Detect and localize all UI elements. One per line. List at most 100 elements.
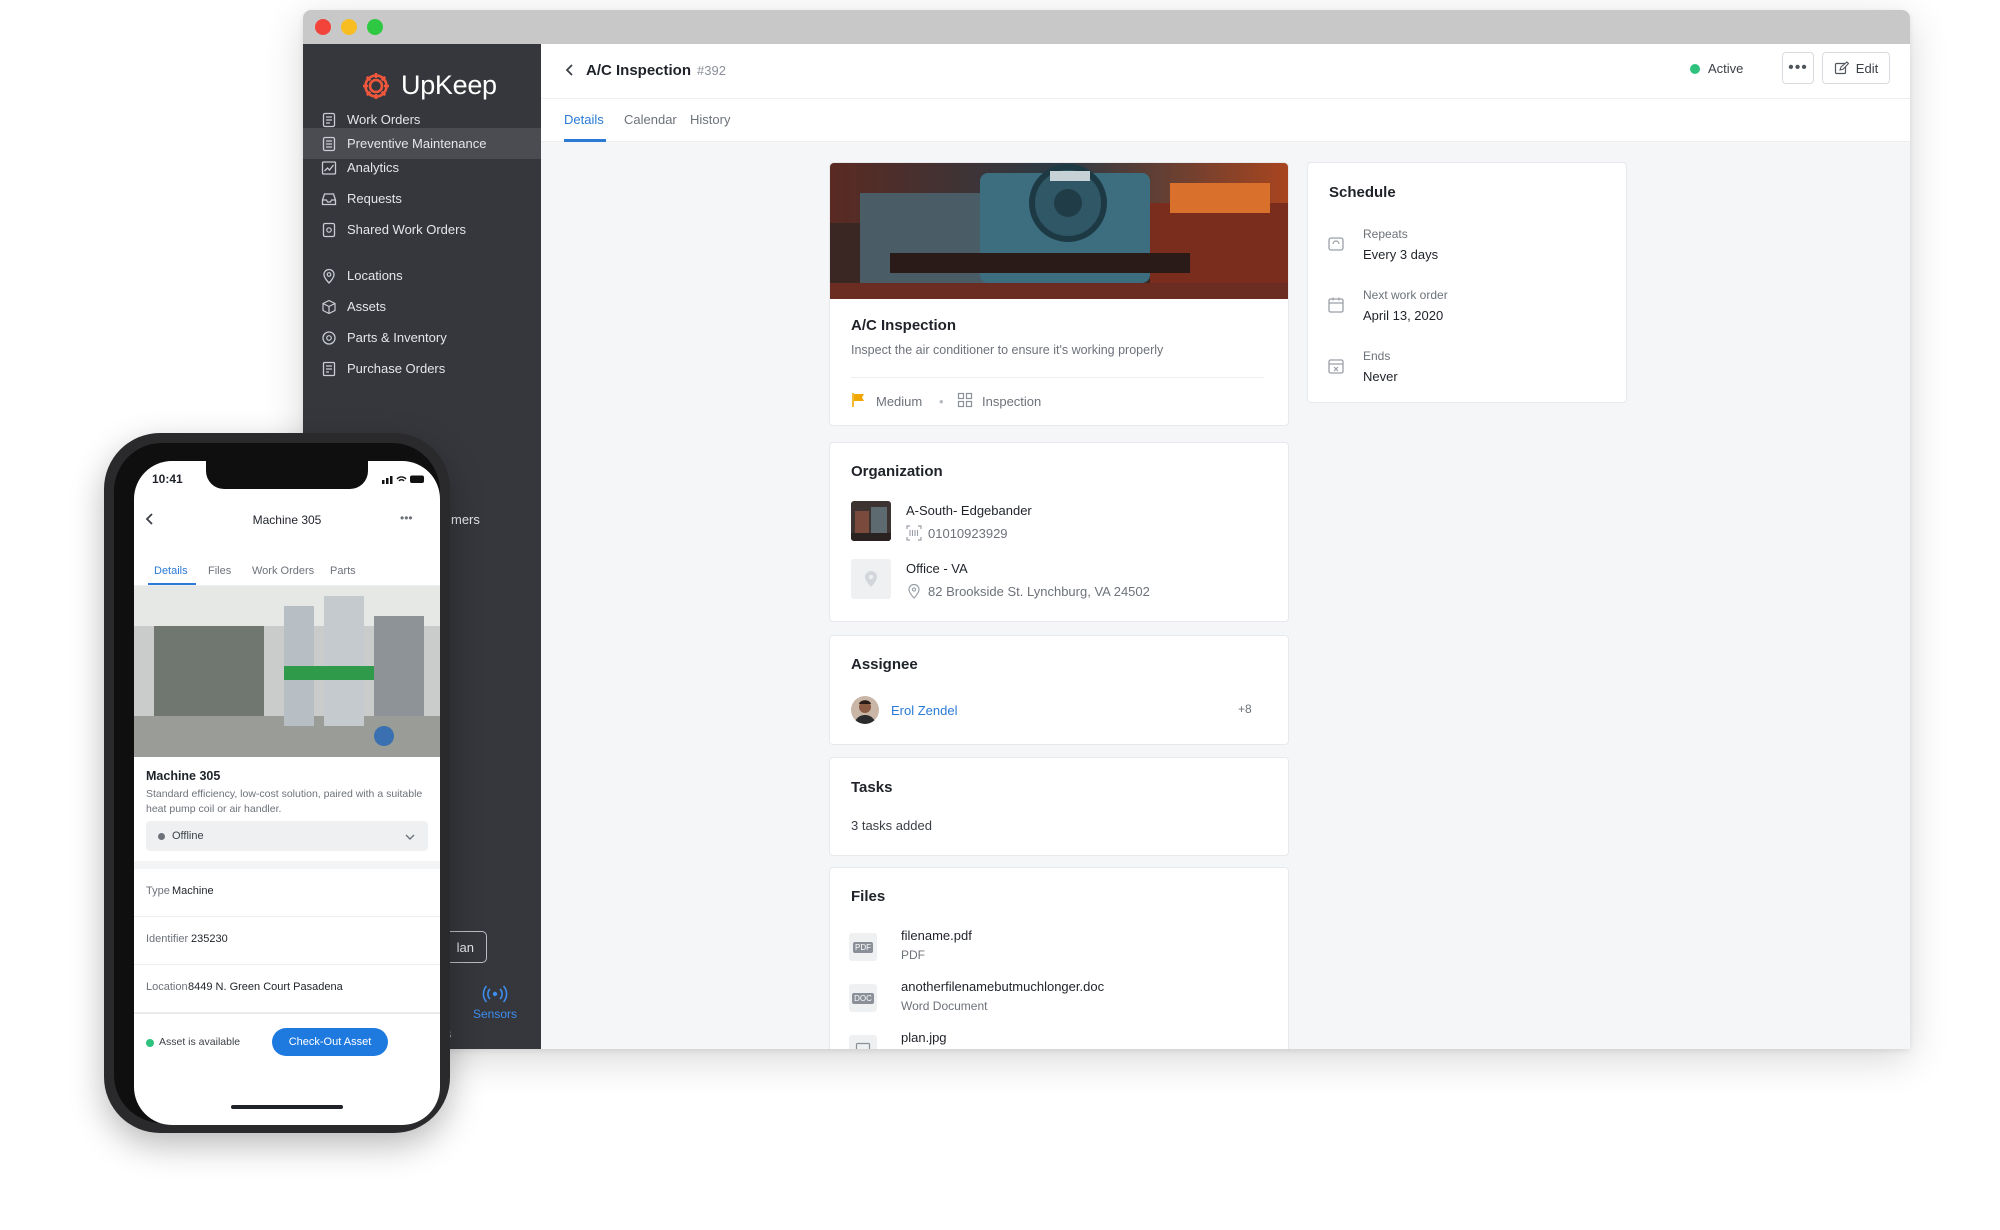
sidebar-partial-label: mers: [451, 512, 480, 527]
desktop-window: UpKeep Work Orders Preventive Maintenanc…: [303, 10, 1910, 1049]
sidebar-item-requests[interactable]: Requests: [303, 183, 541, 214]
file-name: filename.pdf: [901, 928, 972, 943]
location-label: Location: [146, 981, 188, 993]
more-options-button[interactable]: •••: [1782, 52, 1814, 84]
sidebar-item-label: Assets: [347, 299, 387, 314]
repeat-icon: [1328, 237, 1344, 251]
phone-tab-work-orders[interactable]: Work Orders: [252, 565, 314, 577]
phone-tab-files[interactable]: Files: [208, 565, 231, 577]
sidebar-partial-button-label: lan: [456, 939, 474, 955]
sidebar-item-assets[interactable]: Assets: [303, 291, 541, 322]
tasks-title: Tasks: [851, 779, 893, 796]
sidebar-item-label: Preventive Maintenance: [347, 136, 487, 151]
image-file-icon: [849, 1035, 877, 1049]
sidebar-item-purchase-orders[interactable]: Purchase Orders: [303, 353, 541, 384]
location-pin-icon: [908, 583, 920, 599]
assignee-extra-count[interactable]: +8: [1238, 702, 1252, 716]
asset-type-row: Type Machine: [134, 869, 440, 917]
status-dropdown[interactable]: Offline: [146, 821, 428, 851]
next-work-order-value: April 13, 2020: [1363, 308, 1444, 323]
files-title: Files: [851, 888, 886, 905]
inbox-icon: [321, 192, 337, 205]
brand-name: UpKeep: [401, 70, 497, 100]
phone-more-button[interactable]: •••: [400, 511, 413, 525]
pencil-icon: [1834, 60, 1849, 74]
type-value: Machine: [172, 885, 214, 897]
work-order-photo: [830, 163, 1288, 299]
calendar-icon: [1328, 297, 1344, 313]
asset-name[interactable]: A-South- Edgebander: [906, 503, 1032, 518]
tasks-summary: 3 tasks added: [851, 818, 932, 833]
file-type: Word Document: [901, 999, 988, 1013]
tab-calendar[interactable]: Calendar: [624, 112, 677, 127]
priority-label: Medium: [876, 394, 923, 409]
phone-title: Machine 305: [252, 513, 322, 527]
receipt-icon: [322, 361, 336, 376]
barcode-icon: [906, 525, 922, 541]
location-address: 82 Brookside St. Lynchburg, VA 24502: [928, 584, 1150, 599]
organization-title: Organization: [851, 463, 943, 480]
sidebar-item-label: Requests: [347, 191, 402, 206]
window-titlebar: [303, 10, 1910, 44]
page-id: #392: [697, 63, 726, 78]
phone-tab-parts[interactable]: Parts: [330, 565, 356, 577]
clipboard-check-icon: [322, 136, 336, 151]
more-label: •••: [1788, 59, 1808, 76]
sidebar-item-label: Locations: [347, 268, 403, 283]
sensor-wave-icon: [482, 985, 508, 1003]
ends-value: Never: [1363, 369, 1398, 384]
minimize-window-button[interactable]: [341, 19, 357, 35]
tab-details[interactable]: Details: [564, 112, 604, 127]
brand-logo[interactable]: UpKeep: [361, 70, 497, 101]
edit-button[interactable]: Edit: [1822, 52, 1890, 84]
status-value: Offline: [172, 830, 204, 842]
next-work-order-label: Next work order: [1363, 288, 1448, 302]
sidebar-item-sensors[interactable]: Sensors: [473, 984, 517, 1021]
sidebar-item-shared-work-orders[interactable]: Shared Work Orders: [303, 214, 541, 245]
machine-photo: [134, 586, 440, 757]
section-gap: [134, 861, 440, 869]
pin-icon: [323, 268, 335, 284]
file-name: anotherfilenamebutmuchlonger.doc: [901, 979, 1105, 994]
divider: [851, 377, 1264, 378]
tab-history[interactable]: History: [690, 112, 730, 127]
pdf-file-icon: PDF: [849, 933, 877, 961]
sidebar-item-label: Analytics: [347, 160, 400, 175]
tasks-card: Tasks 3 tasks added: [829, 757, 1289, 856]
phone-mockup: 10:41 Machine 305 ••• Details Files Work…: [104, 433, 450, 1133]
organization-card: Organization A-South- Edgebander 0101092…: [829, 442, 1289, 622]
asset-identifier-row: Identifier 235230: [134, 917, 440, 965]
asset-code: 01010923929: [928, 526, 1008, 541]
assignee-title: Assignee: [851, 656, 918, 673]
sidebar-item-label: Work Orders: [347, 112, 421, 127]
check-out-asset-button[interactable]: Check-Out Asset: [272, 1028, 388, 1056]
repeats-value: Every 3 days: [1363, 247, 1439, 262]
sidebar-item-locations[interactable]: Locations: [303, 260, 541, 291]
sidebar-item-label: Shared Work Orders: [347, 222, 466, 237]
schedule-title: Schedule: [1329, 184, 1396, 201]
work-order-title: A/C Inspection: [851, 317, 957, 334]
file-badge: DOC: [852, 992, 874, 1004]
back-chevron-icon[interactable]: [560, 60, 580, 80]
back-chevron-icon[interactable]: [142, 511, 158, 527]
top-bar: A/C Inspection #392 Active ••• Edit: [541, 44, 1910, 99]
sensors-label: Sensors: [473, 1007, 518, 1021]
gear-icon: [322, 330, 336, 345]
assignee-name-link[interactable]: Erol Zendel: [891, 703, 957, 718]
phone-tab-details[interactable]: Details: [154, 565, 188, 577]
location-name[interactable]: Office - VA: [906, 561, 968, 576]
status-label: Active: [1708, 61, 1744, 76]
location-thumbnail: [851, 559, 891, 599]
maximize-window-button[interactable]: [367, 19, 383, 35]
meta-separator: •: [939, 394, 944, 409]
sidebar-item-analytics[interactable]: Analytics: [303, 152, 541, 183]
repeats-label: Repeats: [1363, 227, 1408, 241]
sidebar-item-parts-inventory[interactable]: Parts & Inventory: [303, 322, 541, 353]
category-grid-icon: [957, 392, 973, 408]
edit-label: Edit: [1855, 60, 1879, 76]
asset-location-row: Location 8449 N. Green Court Pasadena: [134, 965, 440, 1013]
assignee-card: Assignee Erol Zendel +8: [829, 635, 1289, 745]
status-badge: Active: [1690, 61, 1743, 76]
sidebar-item-label: Purchase Orders: [347, 361, 446, 376]
close-window-button[interactable]: [315, 19, 331, 35]
